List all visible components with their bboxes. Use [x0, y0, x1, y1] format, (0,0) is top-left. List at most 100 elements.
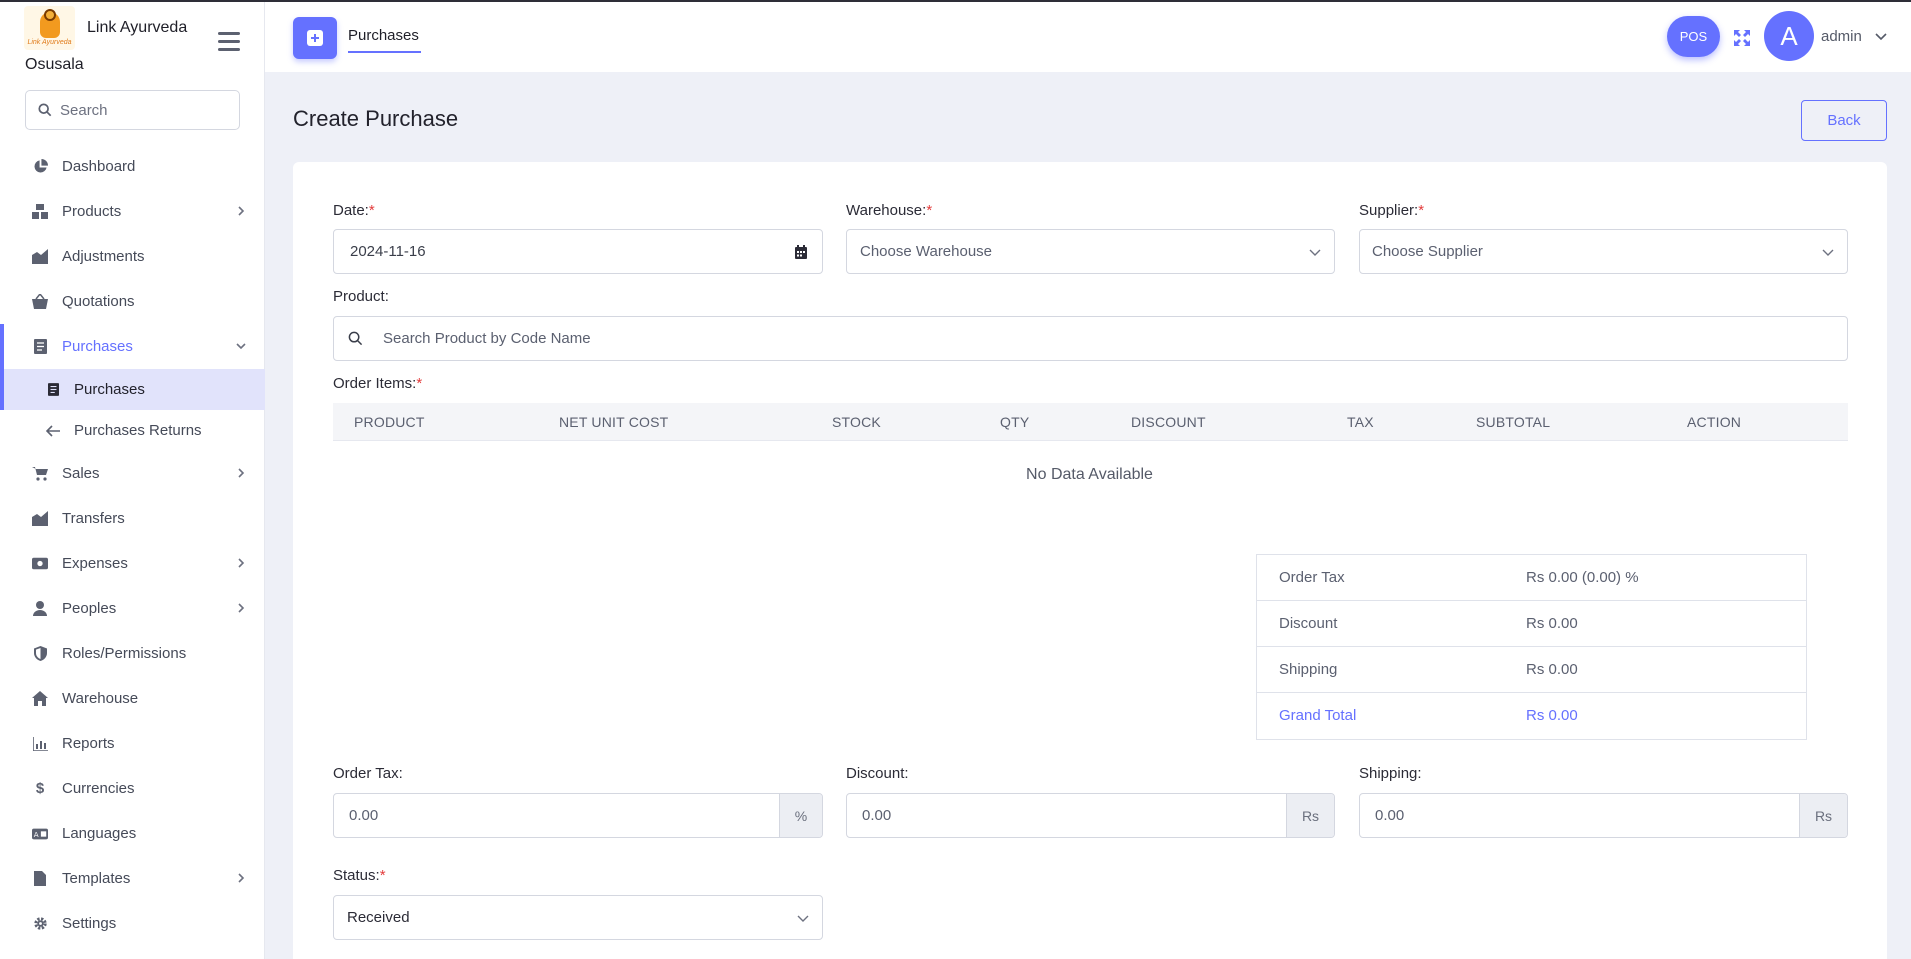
product-search-input[interactable]: Search Product by Code Name — [333, 316, 1848, 361]
bar-chart-icon — [32, 736, 48, 752]
percent-addon: % — [779, 794, 822, 837]
sidebar-item-peoples[interactable]: Peoples — [0, 586, 265, 631]
summary-value: Rs 0.00 — [1526, 615, 1578, 632]
receipt-icon — [46, 383, 60, 397]
sidebar-item-languages[interactable]: A Languages — [0, 811, 265, 856]
order-items-label: Order Items:* — [333, 375, 423, 392]
summary-value: Rs 0.00 — [1526, 707, 1578, 724]
sidebar-item-label: Dashboard — [62, 158, 136, 175]
sidebar-item-label: Products — [62, 203, 122, 220]
sidebar-item-label: Reports — [62, 735, 115, 752]
order-tax-input[interactable]: 0.00 % — [333, 793, 823, 838]
order-summary-table: Order Tax Rs 0.00 (0.00) % Discount Rs 0… — [1256, 554, 1807, 740]
order-tax-value: 0.00 — [349, 807, 379, 824]
pie-chart-icon — [32, 159, 48, 175]
sidebar-item-label: Warehouse — [62, 690, 139, 707]
brand-name: Link Ayurveda — [87, 19, 188, 36]
page-title: Create Purchase — [293, 106, 459, 131]
discount-value: 0.00 — [862, 807, 892, 824]
brand-subname: Osusala — [25, 56, 84, 73]
date-field[interactable]: 2024-11-16 — [333, 229, 823, 274]
sidebar-item-settings[interactable]: Settings — [0, 901, 265, 946]
user-name[interactable]: admin — [1821, 28, 1862, 45]
date-value: 2024-11-16 — [350, 243, 426, 260]
sidebar-item-currencies[interactable]: $ Currencies — [0, 766, 265, 811]
warehouse-placeholder: Choose Warehouse — [860, 243, 993, 260]
pos-button[interactable]: POS — [1667, 16, 1720, 57]
sidebar-item-templates[interactable]: Templates — [0, 856, 265, 901]
shipping-input[interactable]: 0.00 Rs — [1359, 793, 1848, 838]
sidebar-search-input[interactable]: Search — [25, 90, 240, 130]
sidebar-nav: Dashboard Products Adjustments Quotation… — [0, 144, 265, 946]
summary-key: Discount — [1279, 615, 1338, 632]
sidebar-item-products[interactable]: Products — [0, 189, 265, 234]
summary-row: Shipping Rs 0.00 — [1257, 647, 1806, 693]
money-icon — [32, 556, 48, 572]
gear-icon — [32, 916, 48, 932]
map-icon — [32, 511, 48, 527]
menu-toggle-icon[interactable] — [218, 32, 240, 52]
avatar[interactable]: A — [1764, 11, 1814, 61]
discount-input[interactable]: 0.00 Rs — [846, 793, 1335, 838]
summary-key: Shipping — [1279, 661, 1338, 678]
currency-addon: Rs — [1286, 794, 1334, 837]
supplier-placeholder: Choose Supplier — [1372, 243, 1483, 260]
receipt-icon — [32, 339, 48, 355]
sidebar-item-transfers[interactable]: Transfers — [0, 496, 265, 541]
chevron-down-icon[interactable] — [1875, 32, 1887, 42]
chevron-down-icon — [1822, 249, 1834, 256]
order-items-table-header: PRODUCT NET UNIT COST STOCK QTY DISCOUNT… — [333, 403, 1848, 441]
sidebar-item-label: Peoples — [62, 600, 117, 617]
sidebar-item-roles-permissions[interactable]: Roles/Permissions — [0, 631, 265, 676]
search-icon — [38, 103, 52, 117]
language-icon: A — [32, 826, 48, 842]
chevron-right-icon — [238, 873, 245, 883]
fullscreen-icon[interactable] — [1733, 29, 1751, 47]
search-placeholder: Search — [60, 101, 108, 119]
sidebar-subitem-purchases[interactable]: Purchases — [0, 369, 265, 410]
column-header: NET UNIT COST — [559, 414, 669, 430]
supplier-label: Supplier:* — [1359, 202, 1425, 219]
column-header: TAX — [1347, 414, 1374, 430]
sidebar-item-label: Adjustments — [62, 248, 145, 265]
summary-key: Grand Total — [1279, 707, 1357, 724]
dollar-icon: $ — [35, 780, 45, 797]
status-select[interactable]: Received — [333, 895, 823, 940]
brand-logo: Link Ayurveda — [24, 6, 75, 50]
summary-row: Discount Rs 0.00 — [1257, 601, 1806, 647]
sidebar-subitem-purchases-returns[interactable]: Purchases Returns — [0, 410, 265, 451]
sidebar-item-purchases[interactable]: Purchases — [0, 324, 265, 369]
date-label: Date:* — [333, 202, 375, 219]
top-header: Purchases POS A admin — [265, 2, 1911, 72]
supplier-select[interactable]: Choose Supplier — [1359, 229, 1848, 274]
sidebar-subitem-label: Purchases — [74, 381, 145, 398]
sidebar-item-quotations[interactable]: Quotations — [0, 279, 265, 324]
tab-purchases[interactable]: Purchases — [348, 27, 419, 44]
sidebar-item-adjustments[interactable]: Adjustments — [0, 234, 265, 279]
sidebar-item-warehouse[interactable]: Warehouse — [0, 676, 265, 721]
product-label: Product: — [333, 288, 389, 305]
quick-add-button[interactable] — [293, 17, 337, 59]
summary-row-grand-total: Grand Total Rs 0.00 — [1257, 693, 1806, 739]
chevron-down-icon — [797, 915, 809, 922]
column-header: PRODUCT — [354, 414, 425, 430]
empty-table-message: No Data Available — [1026, 466, 1153, 483]
chevron-right-icon — [238, 206, 245, 216]
warehouse-select[interactable]: Choose Warehouse — [846, 229, 1335, 274]
column-header: QTY — [1000, 414, 1030, 430]
sidebar-item-label: Roles/Permissions — [62, 645, 187, 662]
sidebar-item-reports[interactable]: Reports — [0, 721, 265, 766]
back-button[interactable]: Back — [1801, 100, 1887, 141]
chevron-right-icon — [238, 603, 245, 613]
column-header: SUBTOTAL — [1476, 414, 1551, 430]
warehouse-label: Warehouse:* — [846, 202, 933, 219]
sidebar-item-expenses[interactable]: Expenses — [0, 541, 265, 586]
sidebar-item-dashboard[interactable]: Dashboard — [0, 144, 265, 189]
calendar-icon[interactable] — [794, 245, 808, 259]
summary-value: Rs 0.00 — [1526, 661, 1578, 678]
discount-label: Discount: — [846, 765, 909, 782]
summary-row: Order Tax Rs 0.00 (0.00) % — [1257, 555, 1806, 601]
shield-icon — [32, 646, 48, 662]
sidebar-item-label: Purchases — [62, 338, 133, 355]
chevron-right-icon — [238, 558, 245, 568]
